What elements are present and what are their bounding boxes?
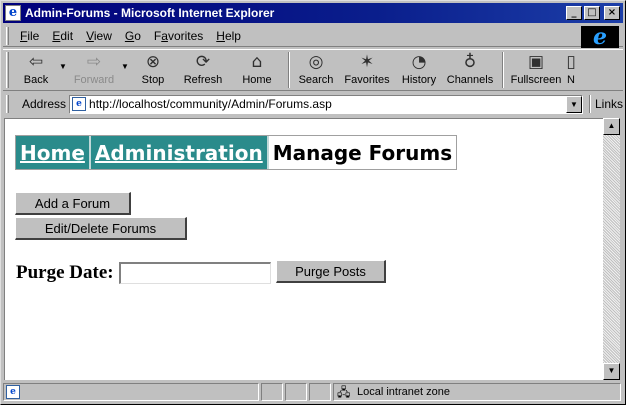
stop-button[interactable]: ⊗ Stop bbox=[130, 50, 176, 90]
mail-icon: ▯ bbox=[566, 52, 576, 72]
address-grip[interactable] bbox=[6, 95, 9, 113]
toolbar-separator bbox=[502, 52, 504, 88]
home-button[interactable]: ⌂ Home bbox=[230, 50, 284, 90]
menu-edit[interactable]: Edit bbox=[46, 29, 80, 43]
home-icon: ⌂ bbox=[251, 52, 263, 72]
search-button[interactable]: ◎ Search bbox=[294, 50, 338, 90]
address-url: http://localhost/community/Admin/Forums.… bbox=[89, 97, 332, 111]
close-button[interactable]: × bbox=[604, 6, 620, 20]
toolbar-separator bbox=[288, 52, 290, 88]
menu-bar: File Edit View Go Favorites Help e bbox=[3, 25, 623, 48]
refresh-icon: ⟳ bbox=[195, 52, 211, 72]
breadcrumb-administration-link[interactable]: Administration bbox=[90, 136, 269, 169]
minimize-button[interactable]: _ bbox=[566, 6, 582, 20]
address-bar: Address e http://localhost/community/Adm… bbox=[3, 93, 623, 115]
channels-button[interactable]: ♁ Channels bbox=[442, 50, 498, 90]
forward-button[interactable]: ⇨ Forward bbox=[68, 50, 120, 90]
purge-posts-button[interactable]: Purge Posts bbox=[276, 260, 386, 283]
status-cell bbox=[309, 383, 331, 401]
back-button[interactable]: ⇦ Back bbox=[14, 50, 58, 90]
zone-label: Local intranet zone bbox=[357, 386, 450, 398]
menu-view[interactable]: View bbox=[80, 29, 119, 43]
purge-date-label: Purge Date: bbox=[16, 262, 114, 283]
search-globe-icon: ◎ bbox=[308, 52, 324, 72]
menu-grip[interactable] bbox=[6, 26, 9, 45]
fullscreen-icon: ▣ bbox=[527, 52, 545, 72]
address-dropdown-button[interactable]: ▼ bbox=[565, 95, 582, 113]
page-status-icon: e bbox=[6, 385, 20, 399]
toolbar: ⇦ Back ▼ ⇨ Forward ▼ ⊗ Stop ⟳ Refresh ⌂ … bbox=[3, 49, 623, 91]
ie-page-icon: e bbox=[5, 5, 21, 21]
title-bar[interactable]: e Admin-Forums - Microsoft Internet Expl… bbox=[3, 3, 623, 23]
toolbar-grip[interactable] bbox=[6, 52, 9, 88]
breadcrumb-current: Manage Forums bbox=[268, 136, 457, 169]
stop-icon: ⊗ bbox=[145, 52, 161, 72]
links-button[interactable]: Links bbox=[595, 97, 623, 111]
status-bar: e 🖧 Local intranet zone bbox=[3, 382, 623, 402]
status-cell bbox=[285, 383, 307, 401]
refresh-button[interactable]: ⟳ Refresh bbox=[176, 50, 230, 90]
maximize-button[interactable]: □ bbox=[584, 6, 600, 20]
window-title: Admin-Forums - Microsoft Internet Explor… bbox=[25, 6, 275, 20]
favorites-folder-icon: ✶ bbox=[359, 52, 375, 72]
status-cell bbox=[261, 383, 283, 401]
intranet-zone-icon: 🖧 bbox=[337, 385, 351, 399]
breadcrumb: Home Administration Manage Forums bbox=[15, 135, 458, 170]
favorites-button[interactable]: ✶ Favorites bbox=[338, 50, 396, 90]
forward-arrow-icon: ⇨ bbox=[86, 52, 102, 72]
breadcrumb-home-link[interactable]: Home bbox=[16, 136, 91, 169]
purge-date-input[interactable] bbox=[119, 262, 271, 284]
security-zone-cell: 🖧 Local intranet zone bbox=[333, 383, 621, 401]
links-separator bbox=[588, 95, 591, 113]
channels-satellite-icon: ♁ bbox=[463, 52, 477, 72]
scroll-up-button[interactable]: ▲ bbox=[603, 118, 620, 135]
menu-help[interactable]: Help bbox=[210, 29, 248, 43]
status-text-cell: e bbox=[3, 383, 259, 401]
back-dropdown-button[interactable]: ▼ bbox=[58, 50, 68, 90]
scroll-down-button[interactable]: ▼ bbox=[603, 363, 620, 380]
address-label: Address bbox=[21, 97, 67, 111]
page-content: Home Administration Manage Forums Add a … bbox=[4, 118, 603, 380]
history-button[interactable]: ◔ History bbox=[396, 50, 442, 90]
menu-file[interactable]: File bbox=[14, 29, 46, 43]
fullscreen-button[interactable]: ▣ Fullscreen bbox=[508, 50, 564, 90]
forward-dropdown-button[interactable]: ▼ bbox=[120, 50, 130, 90]
page-icon: e bbox=[72, 97, 87, 111]
more-toolbar-button[interactable]: ▯ N bbox=[564, 50, 578, 90]
menu-favorites[interactable]: Favorites bbox=[148, 29, 210, 43]
add-forum-button[interactable]: Add a Forum bbox=[15, 192, 131, 215]
history-icon: ◔ bbox=[411, 52, 427, 72]
menu-go[interactable]: Go bbox=[119, 29, 148, 43]
vertical-scrollbar[interactable]: ▲ ▼ bbox=[603, 118, 620, 380]
ie-logo-icon: e bbox=[581, 26, 619, 48]
edit-delete-forums-button[interactable]: Edit/Delete Forums bbox=[15, 217, 187, 240]
back-arrow-icon: ⇦ bbox=[28, 52, 44, 72]
address-input[interactable]: e http://localhost/community/Admin/Forum… bbox=[69, 94, 583, 114]
browser-window: e Admin-Forums - Microsoft Internet Expl… bbox=[0, 0, 626, 405]
